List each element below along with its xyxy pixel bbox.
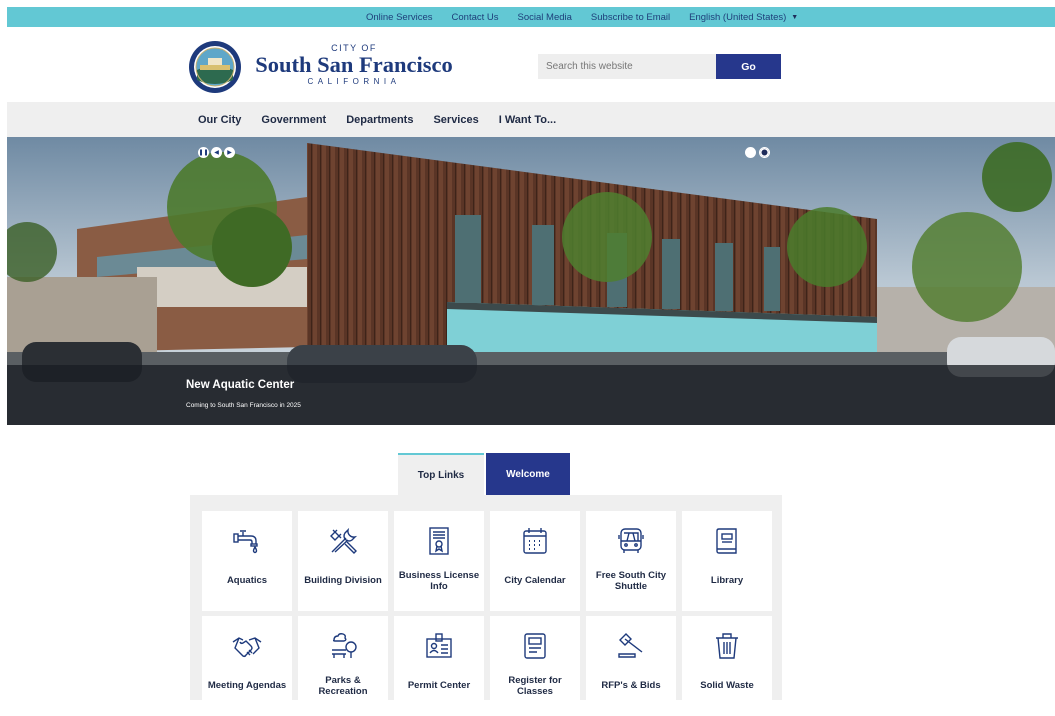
nav-item-government[interactable]: Government	[261, 114, 326, 126]
tile-parks-recreation[interactable]: Parks & Recreation	[298, 616, 388, 716]
tile-label: Library	[710, 575, 744, 587]
tile-free-shuttle[interactable]: Free South City Shuttle	[586, 511, 676, 611]
slide-dot-2[interactable]	[759, 147, 770, 158]
main-nav: Our City Government Departments Services…	[7, 102, 1055, 137]
nav-item-i-want-to[interactable]: I Want To...	[499, 114, 556, 126]
nav-item-our-city[interactable]: Our City	[198, 114, 241, 126]
tile-business-license[interactable]: Business License Info	[394, 511, 484, 611]
brand-name: South San Francisco	[255, 52, 453, 77]
tile-label: Business License Info	[398, 569, 480, 593]
slide-title[interactable]: New Aquatic Center	[186, 379, 294, 391]
tile-library[interactable]: Library	[682, 511, 772, 611]
tile-label: City Calendar	[504, 575, 566, 587]
gavel-icon	[618, 633, 643, 658]
tile-label: RFP's & Bids	[601, 680, 661, 692]
tile-label: Parks & Recreation	[318, 674, 368, 698]
bus-icon	[618, 528, 644, 553]
pause-icon[interactable]: ❚❚	[198, 147, 209, 158]
handshake-icon	[232, 637, 262, 658]
search-input[interactable]	[538, 54, 716, 79]
tile-building-division[interactable]: Building Division	[298, 511, 388, 611]
tile-label: Register for Classes	[508, 674, 562, 698]
nav-item-services[interactable]: Services	[433, 114, 478, 126]
caret-down-icon: ▼	[791, 13, 799, 21]
tile-solid-waste[interactable]: Solid Waste	[682, 616, 772, 716]
license-icon	[429, 527, 449, 555]
tile-rfps-bids[interactable]: RFP's & Bids	[586, 616, 676, 716]
previous-icon[interactable]: ◀	[211, 147, 222, 158]
tile-register-classes[interactable]: Register for Classes	[490, 616, 580, 716]
tile-label: Free South City Shuttle	[595, 569, 667, 593]
tile-meeting-agendas[interactable]: Meeting Agendas	[202, 616, 292, 716]
park-icon	[332, 633, 357, 658]
next-icon[interactable]: ▶	[224, 147, 235, 158]
tile-label: Solid Waste	[700, 680, 754, 692]
social-media-link[interactable]: Social Media	[518, 12, 572, 23]
tile-city-calendar[interactable]: City Calendar	[490, 511, 580, 611]
hero-slideshow: ❚❚ ◀ ▶ New Aquatic Center Coming to Sout…	[7, 137, 1055, 425]
slide-dot-1[interactable]	[745, 147, 756, 158]
tile-label: Meeting Agendas	[207, 680, 287, 692]
tile-label: Aquatics	[226, 575, 268, 587]
nav-item-departments[interactable]: Departments	[346, 114, 413, 126]
language-select[interactable]: English (United States) ▼	[689, 12, 798, 23]
utility-bar: Online Services Contact Us Social Media …	[7, 7, 1055, 27]
brand-state: CALIFORNIA	[307, 77, 401, 86]
top-links-panel: Aquatics Building Division Business Lice…	[190, 495, 782, 716]
tile-aquatics[interactable]: Aquatics	[202, 511, 292, 611]
slideshow-controls: ❚❚ ◀ ▶	[198, 147, 237, 158]
tile-label: Permit Center	[407, 680, 471, 692]
tile-label: Building Division	[304, 575, 382, 587]
tile-permit-center[interactable]: Permit Center	[394, 616, 484, 716]
online-services-link[interactable]: Online Services	[366, 12, 433, 23]
book-icon	[716, 528, 737, 554]
language-label: English (United States)	[689, 11, 787, 23]
contact-us-link[interactable]: Contact Us	[452, 12, 499, 23]
permit-icon	[426, 633, 452, 658]
register-icon	[524, 633, 546, 659]
slide-indicators	[745, 147, 773, 158]
city-seal-logo[interactable]	[188, 40, 242, 94]
slide-caption: New Aquatic Center Coming to South San F…	[7, 365, 1055, 425]
site-header: CITY OF South San Francisco CALIFORNIA G…	[7, 27, 1055, 102]
slide-subtitle: Coming to South San Francisco in 2025	[186, 402, 301, 409]
calendar-icon	[523, 528, 547, 554]
tab-top-links[interactable]: Top Links	[398, 453, 484, 495]
subscribe-email-link[interactable]: Subscribe to Email	[591, 12, 670, 23]
faucet-icon	[233, 530, 258, 554]
tools-icon	[330, 527, 358, 554]
trash-icon	[716, 633, 738, 659]
utility-links: Online Services Contact Us Social Media …	[366, 7, 798, 27]
search-go-button[interactable]: Go	[716, 54, 781, 79]
tab-welcome[interactable]: Welcome	[486, 453, 570, 495]
main-nav-items: Our City Government Departments Services…	[198, 102, 576, 137]
site-brand[interactable]: CITY OF South San Francisco CALIFORNIA	[249, 43, 459, 93]
